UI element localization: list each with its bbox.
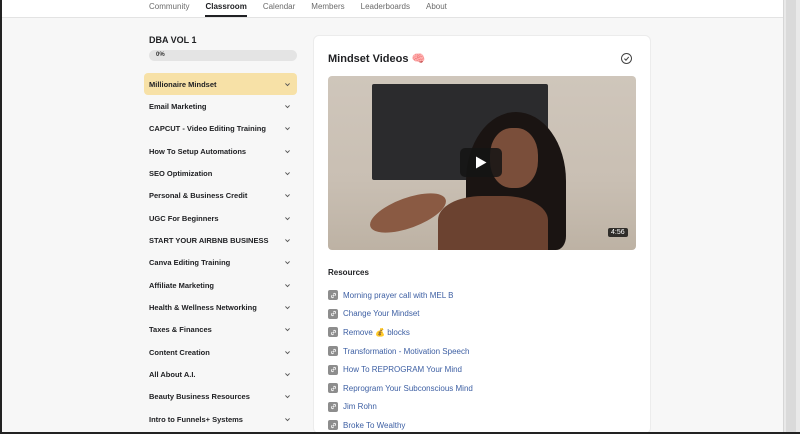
scrollbar-thumb[interactable] bbox=[786, 0, 796, 434]
tab-about[interactable]: About bbox=[426, 0, 447, 17]
mark-complete-button[interactable] bbox=[621, 53, 632, 64]
tab-classroom[interactable]: Classroom bbox=[205, 0, 248, 17]
tab-calendar[interactable]: Calendar bbox=[263, 0, 295, 17]
lesson-card: Mindset Videos 🧠 4:56 Resources Morning … bbox=[313, 35, 651, 434]
module-label: SEO Optimization bbox=[149, 169, 213, 179]
module-item[interactable]: CAPCUT - Video Editing Training bbox=[144, 118, 297, 140]
video-frame-body bbox=[438, 196, 548, 250]
module-label: How To Setup Automations bbox=[149, 146, 247, 156]
resource-item: Reprogram Your Subconscious Mind bbox=[328, 379, 473, 398]
chevron-down-icon bbox=[285, 395, 290, 399]
play-icon bbox=[476, 156, 487, 169]
module-item[interactable]: UGC For Beginners bbox=[144, 207, 297, 229]
module-item[interactable]: Health & Wellness Networking bbox=[144, 296, 297, 318]
course-progress-bar: 0% bbox=[149, 50, 297, 61]
resource-item: How To REPROGRAM Your Mind bbox=[328, 360, 473, 379]
chevron-down-icon bbox=[285, 127, 290, 131]
resource-link[interactable]: How To REPROGRAM Your Mind bbox=[343, 365, 462, 374]
module-label: Beauty Business Resources bbox=[149, 392, 250, 402]
module-label: Taxes & Finances bbox=[149, 325, 212, 335]
resource-link[interactable]: Morning prayer call with MEL B bbox=[343, 291, 453, 300]
chevron-down-icon bbox=[285, 283, 290, 287]
top-navigation-bar: Community Classroom Calendar Members Leaderb… bbox=[0, 0, 783, 18]
chevron-down-icon bbox=[285, 239, 290, 243]
module-label: Millionaire Mindset bbox=[149, 79, 217, 89]
chevron-down-icon bbox=[285, 82, 290, 86]
link-icon bbox=[328, 308, 338, 319]
resource-item: Broke To Wealthy bbox=[328, 416, 473, 434]
link-icon bbox=[328, 420, 338, 431]
play-button[interactable] bbox=[460, 148, 502, 177]
chevron-down-icon bbox=[285, 328, 290, 332]
module-item[interactable]: Content Creation bbox=[144, 341, 297, 363]
lesson-title: Mindset Videos 🧠 bbox=[328, 53, 426, 65]
module-item[interactable]: How To Setup Automations bbox=[144, 140, 297, 162]
tab-community[interactable]: Community bbox=[149, 0, 189, 17]
module-item[interactable]: Affiliate Marketing bbox=[144, 274, 297, 296]
chevron-down-icon bbox=[285, 350, 290, 354]
resource-link[interactable]: Jim Rohn bbox=[343, 402, 377, 411]
link-icon bbox=[328, 290, 338, 301]
chevron-down-icon bbox=[285, 172, 290, 176]
module-list: Millionaire Mindset Email Marketing CAPCUT… bbox=[144, 73, 297, 431]
module-label: Health & Wellness Networking bbox=[149, 303, 257, 313]
module-item[interactable]: Millionaire Mindset bbox=[144, 73, 297, 96]
module-label: All About A.I. bbox=[149, 370, 196, 380]
chevron-down-icon bbox=[285, 105, 290, 109]
module-label: CAPCUT - Video Editing Training bbox=[149, 124, 266, 134]
tab-members[interactable]: Members bbox=[311, 0, 344, 17]
resource-link[interactable]: Change Your Mindset bbox=[343, 309, 420, 318]
module-item[interactable]: Personal & Business Credit bbox=[144, 185, 297, 207]
chevron-down-icon bbox=[285, 261, 290, 265]
chevron-down-icon bbox=[285, 149, 290, 153]
check-icon bbox=[624, 56, 630, 61]
resource-item: Jim Rohn bbox=[328, 398, 473, 417]
link-icon bbox=[328, 346, 338, 357]
link-icon bbox=[328, 401, 338, 412]
module-label: Affiliate Marketing bbox=[149, 280, 215, 290]
resource-list: Morning prayer call with MEL B Change You… bbox=[328, 286, 473, 434]
course-title: DBA VOL 1 bbox=[149, 35, 197, 45]
resource-item: Remove 💰 blocks bbox=[328, 323, 473, 342]
link-icon bbox=[328, 327, 338, 338]
progress-label: 0% bbox=[156, 52, 165, 58]
link-icon bbox=[328, 383, 338, 394]
module-item[interactable]: START YOUR AIRBNB BUSINESS bbox=[144, 229, 297, 251]
module-item[interactable]: Taxes & Finances bbox=[144, 319, 297, 341]
module-label: Canva Editing Training bbox=[149, 258, 231, 268]
video-duration: 4:56 bbox=[608, 228, 628, 237]
module-label: START YOUR AIRBNB BUSINESS bbox=[149, 236, 269, 246]
course-sidebar: DBA VOL 1 0% Millionaire Mindset Email Ma… bbox=[144, 34, 297, 431]
module-item[interactable]: Beauty Business Resources bbox=[144, 386, 297, 408]
chevron-down-icon bbox=[285, 216, 290, 220]
module-item[interactable]: SEO Optimization bbox=[144, 162, 297, 184]
module-item[interactable]: All About A.I. bbox=[144, 363, 297, 385]
chevron-down-icon bbox=[285, 417, 290, 422]
chevron-down-icon bbox=[285, 194, 290, 198]
resource-link[interactable]: Transformation - Motivation Speech bbox=[343, 347, 469, 356]
link-icon bbox=[328, 364, 338, 375]
tab-leaderboards[interactable]: Leaderboards bbox=[361, 0, 410, 17]
resource-link[interactable]: Broke To Wealthy bbox=[343, 421, 405, 430]
module-label: Intro to Funnels+ Systems bbox=[149, 414, 243, 424]
resource-link[interactable]: Reprogram Your Subconscious Mind bbox=[343, 384, 473, 393]
video-player[interactable]: 4:56 bbox=[328, 76, 636, 250]
module-item[interactable]: Intro to Funnels+ Systems bbox=[144, 408, 297, 430]
chevron-down-icon bbox=[285, 373, 290, 377]
module-item[interactable]: Email Marketing bbox=[144, 95, 297, 117]
module-label: UGC For Beginners bbox=[149, 213, 219, 223]
course-tabs: Community Classroom Calendar Members Leaderb… bbox=[149, 0, 463, 17]
resource-link[interactable]: Remove 💰 blocks bbox=[343, 328, 410, 337]
chevron-down-icon bbox=[285, 306, 290, 310]
module-item[interactable]: Canva Editing Training bbox=[144, 252, 297, 274]
resource-item: Morning prayer call with MEL B bbox=[328, 286, 473, 305]
resource-item: Transformation - Motivation Speech bbox=[328, 342, 473, 361]
resources-heading: Resources bbox=[328, 268, 369, 277]
module-label: Content Creation bbox=[149, 347, 210, 357]
module-label: Email Marketing bbox=[149, 102, 207, 112]
module-label: Personal & Business Credit bbox=[149, 191, 248, 201]
resource-item: Change Your Mindset bbox=[328, 305, 473, 324]
